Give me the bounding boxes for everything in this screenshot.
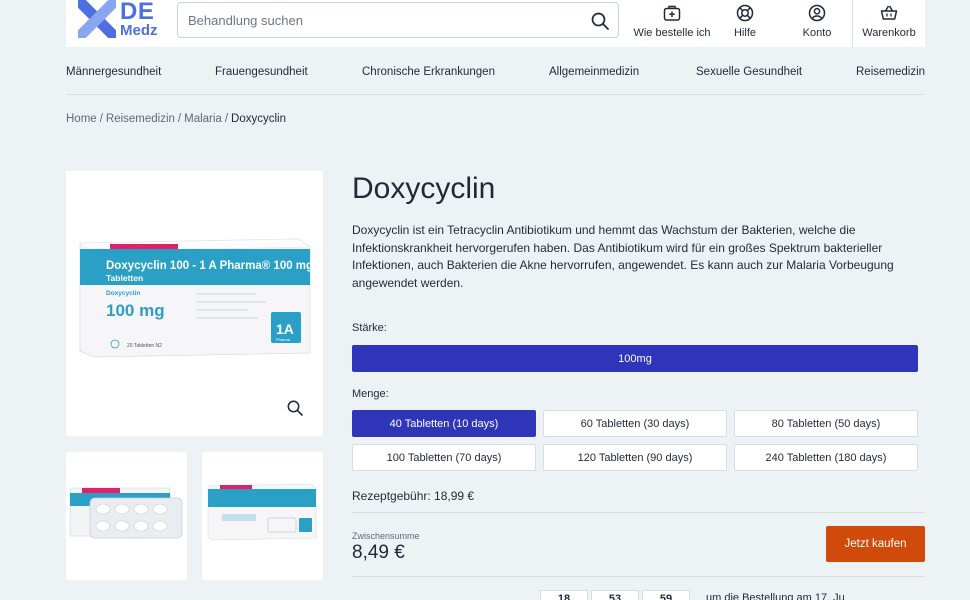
package-form: Tabletten [106, 273, 143, 283]
divider [352, 576, 925, 577]
subtotal-value: 8,49 € [352, 542, 405, 563]
category-sexual-health[interactable]: Sexuelle Gesundheit [696, 66, 802, 78]
user-icon [808, 4, 826, 22]
package-thumbnail-illustration [207, 483, 317, 541]
search-icon[interactable] [590, 11, 610, 31]
logo-mark [78, 0, 116, 38]
search-box [177, 2, 619, 38]
divider [352, 512, 925, 513]
category-mens-health[interactable]: Männergesundheit [66, 66, 161, 78]
breadcrumb-travel[interactable]: Reisemedizin [106, 113, 175, 125]
buy-now-button[interactable]: Jetzt kaufen [826, 526, 925, 562]
basket-icon [880, 5, 898, 20]
nav-account[interactable]: Konto [795, 0, 839, 47]
quantity-option-120[interactable]: 120 Tabletten (90 days) [543, 444, 727, 471]
category-womens-health[interactable]: Frauengesundheit [215, 66, 308, 78]
logo-text-medz: Medz [120, 22, 158, 39]
zoom-icon[interactable] [286, 399, 304, 417]
prescription-fee: Rezeptgebühr: 18,99 € [352, 489, 475, 503]
breadcrumb-home[interactable]: Home [66, 113, 97, 125]
delivery-countdown-text: um die Bestellung am 17. Ju [706, 592, 845, 600]
category-general-medicine[interactable]: Allgemeinmedizin [549, 66, 639, 78]
svg-text:Pharma: Pharma [276, 337, 291, 342]
package-strength: 100 mg [106, 301, 165, 320]
quantity-option-240[interactable]: 240 Tabletten (180 days) [734, 444, 918, 471]
lifebuoy-icon [736, 4, 754, 22]
product-main-image[interactable]: Doxycyclin 100 - 1 A Pharma® 100 mg Tabl… [66, 171, 323, 436]
site-header: DE Medz Wie bestelle ich Hilfe Konto [66, 0, 925, 47]
blister-illustration [69, 487, 183, 539]
category-divider [66, 94, 925, 95]
timer-hours: 18 [540, 590, 588, 600]
quantity-label: Menge: [352, 388, 389, 400]
svg-text:20 Tabletten N2: 20 Tabletten N2 [127, 343, 162, 349]
package-name: Doxycyclin 100 - 1 A Pharma® 100 mg [106, 260, 313, 272]
package-count: 20 Tabletten N2 [127, 343, 162, 349]
quantity-option-40[interactable]: 40 Tabletten (10 days) [352, 410, 536, 437]
logo[interactable]: DE Medz [78, 0, 166, 40]
nav-cart[interactable]: Warenkorb [861, 0, 917, 47]
breadcrumb-separator: / [177, 113, 182, 125]
breadcrumb-separator: / [224, 113, 229, 125]
package-brand-sub: Pharma [276, 337, 291, 342]
timer-minutes: 53 [591, 590, 639, 600]
nav-how-to-order[interactable]: Wie bestelle ich [633, 0, 711, 47]
nav-label: Wie bestelle ich [633, 27, 711, 39]
svg-text:Tabletten: Tabletten [106, 273, 143, 283]
product-thumbnail-package[interactable] [202, 452, 323, 580]
strength-label: Stärke: [352, 322, 387, 334]
svg-text:100 mg: 100 mg [106, 301, 165, 320]
nav-label: Hilfe [733, 27, 756, 39]
strength-option-100mg[interactable]: 100mg [352, 345, 918, 372]
quantity-option-100[interactable]: 100 Tabletten (70 days) [352, 444, 536, 471]
svg-text:1A: 1A [276, 321, 294, 337]
nav-label: Warenkorb [862, 27, 916, 39]
package-illustration: Doxycyclin 100 - 1 A Pharma® 100 mg Tabl… [79, 238, 313, 358]
package-ingredient: Doxycyclin [106, 290, 140, 297]
nav-help[interactable]: Hilfe [723, 0, 767, 47]
category-nav: Männergesundheit Frauengesundheit Chroni… [66, 66, 925, 82]
quantity-option-80[interactable]: 80 Tabletten (50 days) [734, 410, 918, 437]
product-description: Doxycyclin ist ein Tetracyclin Antibioti… [352, 223, 894, 290]
header-divider [852, 0, 853, 47]
breadcrumb-malaria[interactable]: Malaria [184, 113, 222, 125]
timer-seconds: 59 [642, 590, 690, 600]
breadcrumb: Home / Reisemedizin / Malaria / Doxycyclin [66, 113, 286, 125]
subtotal-label: Zwischensumme [352, 531, 420, 541]
medical-kit-icon [663, 5, 681, 21]
search-input[interactable] [188, 3, 578, 37]
product-thumbnail-blister[interactable] [66, 452, 187, 580]
category-travel-medicine[interactable]: Reisemedizin [856, 66, 925, 78]
category-chronic-diseases[interactable]: Chronische Erkrankungen [362, 66, 495, 78]
nav-label: Konto [802, 27, 832, 39]
package-brand-mark: 1A [276, 321, 294, 337]
breadcrumb-current: Doxycyclin [231, 113, 287, 125]
svg-text:Doxycyclin: Doxycyclin [106, 290, 140, 297]
product-title: Doxycyclin [352, 172, 496, 205]
quantity-option-60[interactable]: 60 Tabletten (30 days) [543, 410, 727, 437]
svg-text:Doxycyclin 100 - 1 A Pharma® 1: Doxycyclin 100 - 1 A Pharma® 100 mg [106, 260, 313, 272]
breadcrumb-separator: / [99, 113, 103, 125]
